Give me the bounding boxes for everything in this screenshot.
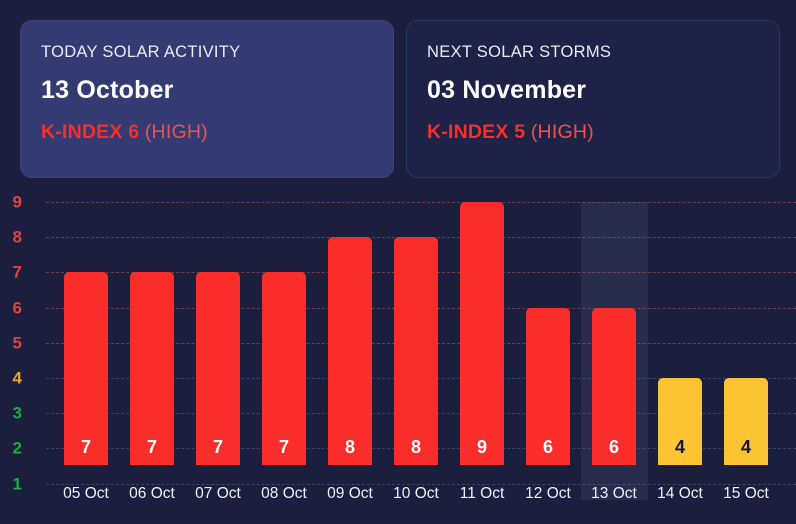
- card-date: 03 November: [427, 76, 587, 105]
- bar-value-label: 6: [608, 436, 619, 457]
- card-kindex: K-INDEX 5 (HIGH): [427, 120, 759, 143]
- bar-value-label: 9: [476, 437, 487, 457]
- bar-value-label: 7: [212, 436, 223, 457]
- card-next-solar-storms[interactable]: NEXT SOLAR STORMS 03 November K-INDEX 5 …: [406, 20, 780, 178]
- bar-value-label: 7: [278, 436, 289, 457]
- bar-value-label: 7: [80, 436, 91, 457]
- chart-x-axis: 05 Oct 06 Oct 07 Oct 08 Oct 09 Oct 10 Oct 11 O…: [0, 486, 796, 524]
- bar-value-label: 8: [410, 436, 421, 457]
- bar-11-oct[interactable]: 9: [460, 202, 504, 465]
- card-kindex: K-INDEX 6 (HIGH): [41, 120, 373, 143]
- summary-cards: TODAY SOLAR ACTIVITY 13 October K-INDEX …: [0, 0, 796, 178]
- bar-08-oct[interactable]: 7: [262, 272, 306, 465]
- chart-bars: 7 7 7 7 8 8 9 6 6 4 4: [0, 178, 796, 524]
- x-axis-tick-15-oct: 15 Oct: [723, 485, 769, 502]
- card-title: NEXT SOLAR STORMS: [427, 43, 612, 61]
- chart-plot-area: 987654321 77778896644 05 Oct 06 Oct 07 Oct…: [0, 178, 796, 524]
- bar-10-oct[interactable]: 8: [394, 237, 438, 465]
- bar-value-label: 7: [146, 436, 157, 457]
- bar-09-oct[interactable]: 8: [328, 237, 372, 465]
- card-severity-badge: (HIGH): [144, 120, 208, 143]
- card-title: TODAY SOLAR ACTIVITY: [41, 43, 241, 61]
- bar-05-oct[interactable]: 7: [64, 272, 108, 465]
- bar-13-oct[interactable]: 6: [592, 307, 636, 465]
- bar-06-oct[interactable]: 7: [130, 272, 174, 465]
- card-kindex-value: K-INDEX 5: [427, 120, 526, 143]
- card-kindex-value: K-INDEX 6: [41, 120, 140, 143]
- bar-value-label: 6: [542, 436, 553, 457]
- bar-value-label: 4: [674, 437, 685, 457]
- card-date: 13 October: [41, 76, 174, 105]
- kindex-bar-chart: 987654321 77778896644 05 Oct 06 Oct 07 Oct…: [0, 178, 796, 524]
- bar-value-label: 4: [740, 437, 751, 457]
- bar-15-oct[interactable]: 4: [724, 378, 768, 465]
- bar-14-oct[interactable]: 4: [658, 378, 702, 465]
- card-severity-badge: (HIGH): [530, 120, 594, 143]
- card-today-solar-activity[interactable]: TODAY SOLAR ACTIVITY 13 October K-INDEX …: [20, 20, 394, 178]
- bar-07-oct[interactable]: 7: [196, 272, 240, 465]
- bar-12-oct[interactable]: 6: [526, 307, 570, 465]
- bar-value-label: 8: [344, 436, 355, 457]
